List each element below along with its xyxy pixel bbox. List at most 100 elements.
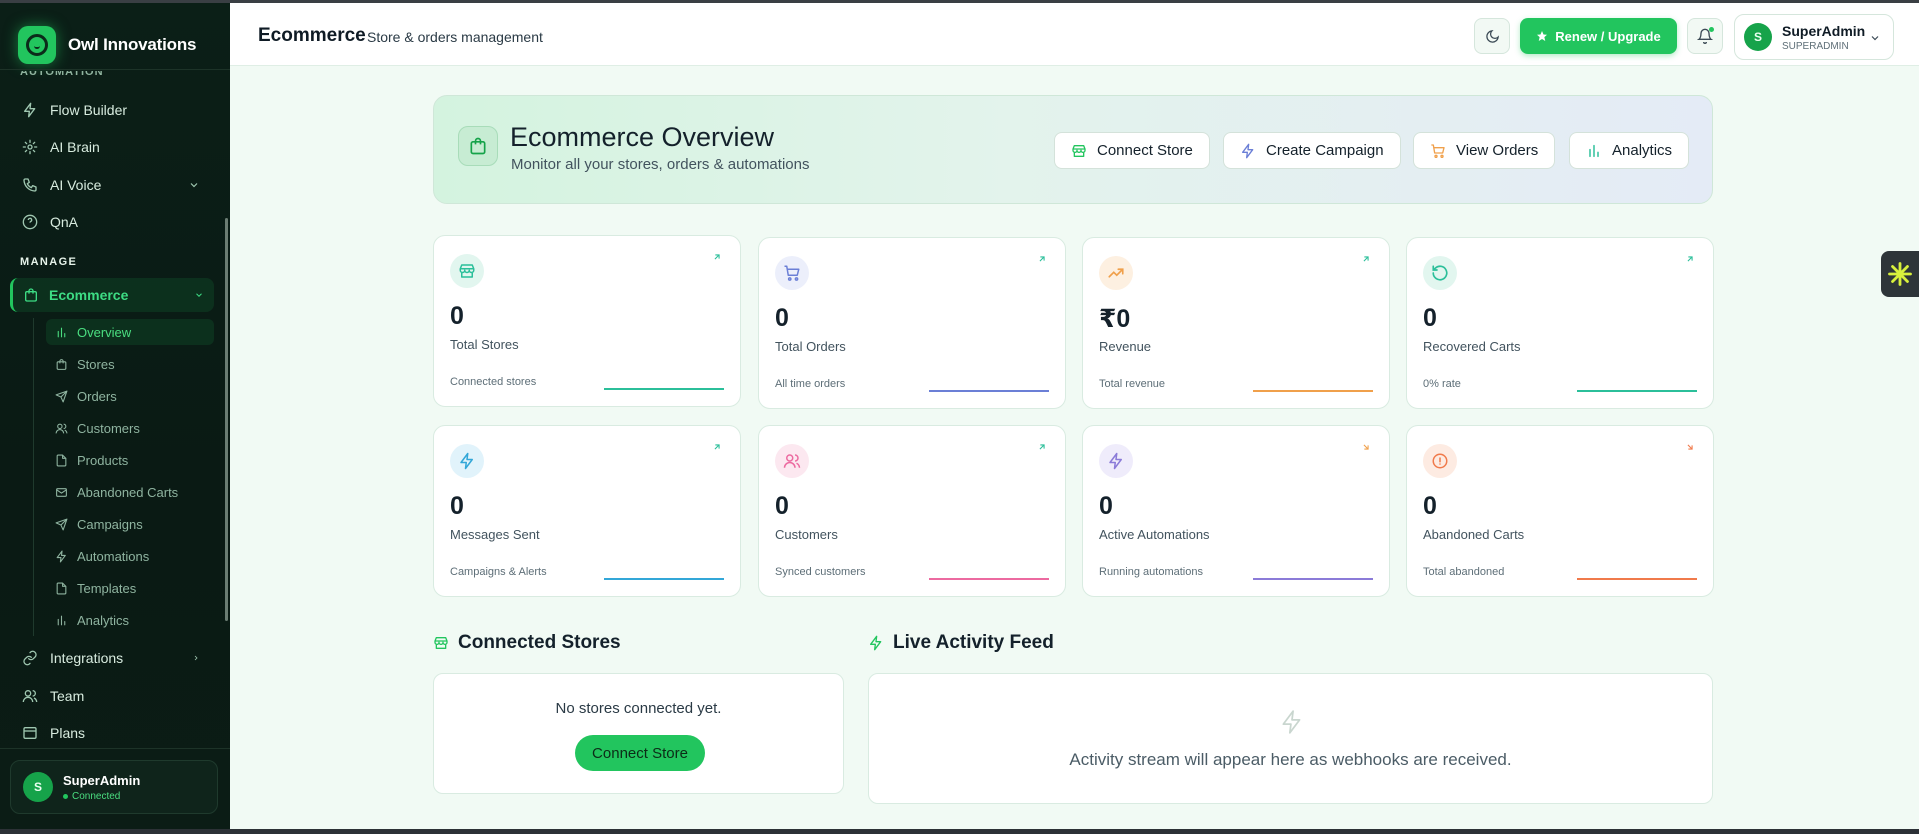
button-label: View Orders	[1456, 142, 1539, 159]
stat-card-messages-sent[interactable]: 0 Messages Sent Campaigns & Alerts	[433, 425, 741, 597]
sidebar-sub-label: Analytics	[77, 612, 130, 628]
sidebar-item-qna[interactable]: QnA	[14, 207, 210, 237]
theme-toggle-button[interactable]	[1474, 18, 1510, 54]
sidebar-item-team[interactable]: Team	[14, 681, 210, 711]
owl-logo-icon	[18, 26, 56, 64]
section-title: Live Activity Feed	[893, 632, 1054, 653]
stat-card-customers[interactable]: 0 Customers Synced customers	[758, 425, 1066, 597]
sidebar-sub-orders[interactable]: Orders	[46, 383, 214, 409]
sidebar-sub-automations[interactable]: Automations	[46, 543, 214, 569]
status-dot	[63, 793, 68, 799]
user-name: SuperAdmin	[1782, 22, 1866, 39]
user-menu[interactable]: S SuperAdmin SUPERADMIN	[1734, 14, 1894, 60]
arrow-up-right-icon	[1687, 256, 1693, 262]
users-icon	[775, 444, 809, 478]
sidebar-sub-campaigns[interactable]: Campaigns	[46, 511, 214, 537]
sidebar-sub-stores[interactable]: Stores	[46, 351, 214, 377]
sidebar: Owl Innovations AUTOMATION Flow Builder …	[0, 3, 230, 829]
stat-label: Total Stores	[450, 337, 519, 352]
send-icon	[55, 390, 68, 402]
moon-icon	[1485, 29, 1499, 43]
section-label-manage: MANAGE	[20, 256, 78, 268]
stat-value: 0	[1423, 304, 1437, 332]
bolt-icon	[1099, 444, 1133, 478]
sidebar-sub-abandoned-carts[interactable]: Abandoned Carts	[46, 479, 214, 505]
brand[interactable]: Owl Innovations	[18, 25, 196, 65]
sidebar-sub-products[interactable]: Products	[46, 447, 214, 473]
sidebar-item-ai-voice[interactable]: AI Voice	[14, 170, 210, 200]
button-label: Create Campaign	[1266, 142, 1384, 159]
send-icon	[55, 518, 68, 530]
stat-note: Total abandoned	[1423, 566, 1505, 578]
file-icon	[56, 454, 67, 466]
notifications-button[interactable]	[1687, 18, 1723, 54]
sidebar-item-plans[interactable]: Plans	[14, 718, 210, 748]
alert-circle-icon	[1423, 444, 1457, 478]
file-icon	[56, 582, 67, 594]
bolt-icon	[1242, 143, 1254, 158]
stat-note: Campaigns & Alerts	[450, 566, 547, 578]
create-campaign-button[interactable]: Create Campaign	[1223, 132, 1401, 169]
user-name: SuperAdmin	[63, 772, 141, 788]
stat-sparkline	[604, 578, 724, 580]
stat-note: Connected stores	[450, 376, 537, 388]
mail-icon	[56, 487, 67, 497]
stat-sparkline	[1577, 578, 1697, 580]
stat-sparkline	[1253, 390, 1373, 392]
arrow-up-right-icon	[714, 444, 720, 450]
arrow-down-right-icon	[1687, 444, 1693, 450]
chevron-down-icon	[196, 293, 202, 297]
sidebar-sub-templates[interactable]: Templates	[46, 575, 214, 601]
link-icon	[23, 650, 37, 666]
stat-card-total-orders[interactable]: 0 Total Orders All time orders	[758, 237, 1066, 409]
stat-note: Synced customers	[775, 566, 866, 578]
stat-value: 0	[775, 304, 789, 332]
connected-stores-panel: No stores connected yet. Connect Store	[433, 673, 844, 794]
sidebar-sub-customers[interactable]: Customers	[46, 415, 214, 441]
sidebar-item-label: QnA	[50, 214, 79, 230]
stat-card-total-stores[interactable]: 0 Total Stores Connected stores	[433, 235, 741, 407]
stat-label: Abandoned Carts	[1423, 527, 1525, 542]
stat-sparkline	[604, 388, 724, 390]
sidebar-item-ecommerce[interactable]: Ecommerce	[10, 278, 214, 312]
chevron-right-icon	[194, 655, 198, 661]
sidebar-sub-label: Stores	[77, 356, 115, 372]
chevron-down-icon	[190, 183, 198, 188]
trending-up-icon	[1099, 256, 1133, 290]
analytics-button[interactable]: Analytics	[1569, 132, 1690, 169]
renew-upgrade-button[interactable]: Renew / Upgrade	[1520, 18, 1677, 54]
sidebar-item-flow-builder[interactable]: Flow Builder	[14, 95, 210, 125]
stat-card-active-automations[interactable]: 0 Active Automations Running automations	[1082, 425, 1390, 597]
sidebar-item-ai-brain[interactable]: AI Brain	[14, 132, 210, 162]
sidebar-scrollbar[interactable]	[225, 218, 228, 621]
store-icon	[434, 637, 448, 649]
button-label: Connect Store	[1097, 142, 1193, 159]
floating-widget-button[interactable]	[1881, 251, 1919, 297]
stat-card-revenue[interactable]: ₹0 Revenue Total revenue	[1082, 237, 1390, 409]
sidebar-sub-label: Abandoned Carts	[77, 484, 179, 500]
bolt-icon	[450, 444, 484, 478]
view-orders-button[interactable]: View Orders	[1413, 132, 1556, 169]
user-role: SUPERADMIN	[1782, 40, 1849, 52]
overview-title: Ecommerce Overview	[510, 122, 775, 152]
arrow-up-right-icon	[1363, 256, 1369, 262]
connect-store-button[interactable]: Connect Store	[1054, 132, 1210, 169]
connect-store-button[interactable]: Connect Store	[575, 735, 705, 771]
sidebar-sub-label: Automations	[77, 548, 150, 564]
section-title: Connected Stores	[458, 632, 621, 653]
stat-card-recovered-carts[interactable]: 0 Recovered Carts 0% rate	[1406, 237, 1714, 409]
stat-label: Customers	[775, 527, 838, 542]
stat-card-abandoned-carts[interactable]: 0 Abandoned Carts Total abandoned	[1406, 425, 1714, 597]
plans-icon	[23, 727, 37, 739]
activity-feed-panel: Activity stream will appear here as webh…	[868, 673, 1713, 804]
sidebar-sub-overview[interactable]: Overview	[46, 319, 214, 345]
stat-note: Total revenue	[1099, 378, 1166, 390]
sidebar-user-card[interactable]: S SuperAdmin Connected	[10, 760, 218, 814]
sidebar-sub-analytics[interactable]: Analytics	[46, 607, 214, 633]
page-subtitle: Store & orders management	[367, 29, 543, 45]
star-icon	[1537, 31, 1548, 41]
stat-label: Total Orders	[775, 339, 846, 354]
stat-value: 0	[450, 492, 464, 520]
submenu-tree-line	[33, 318, 34, 636]
sidebar-item-integrations[interactable]: Integrations	[14, 643, 210, 673]
